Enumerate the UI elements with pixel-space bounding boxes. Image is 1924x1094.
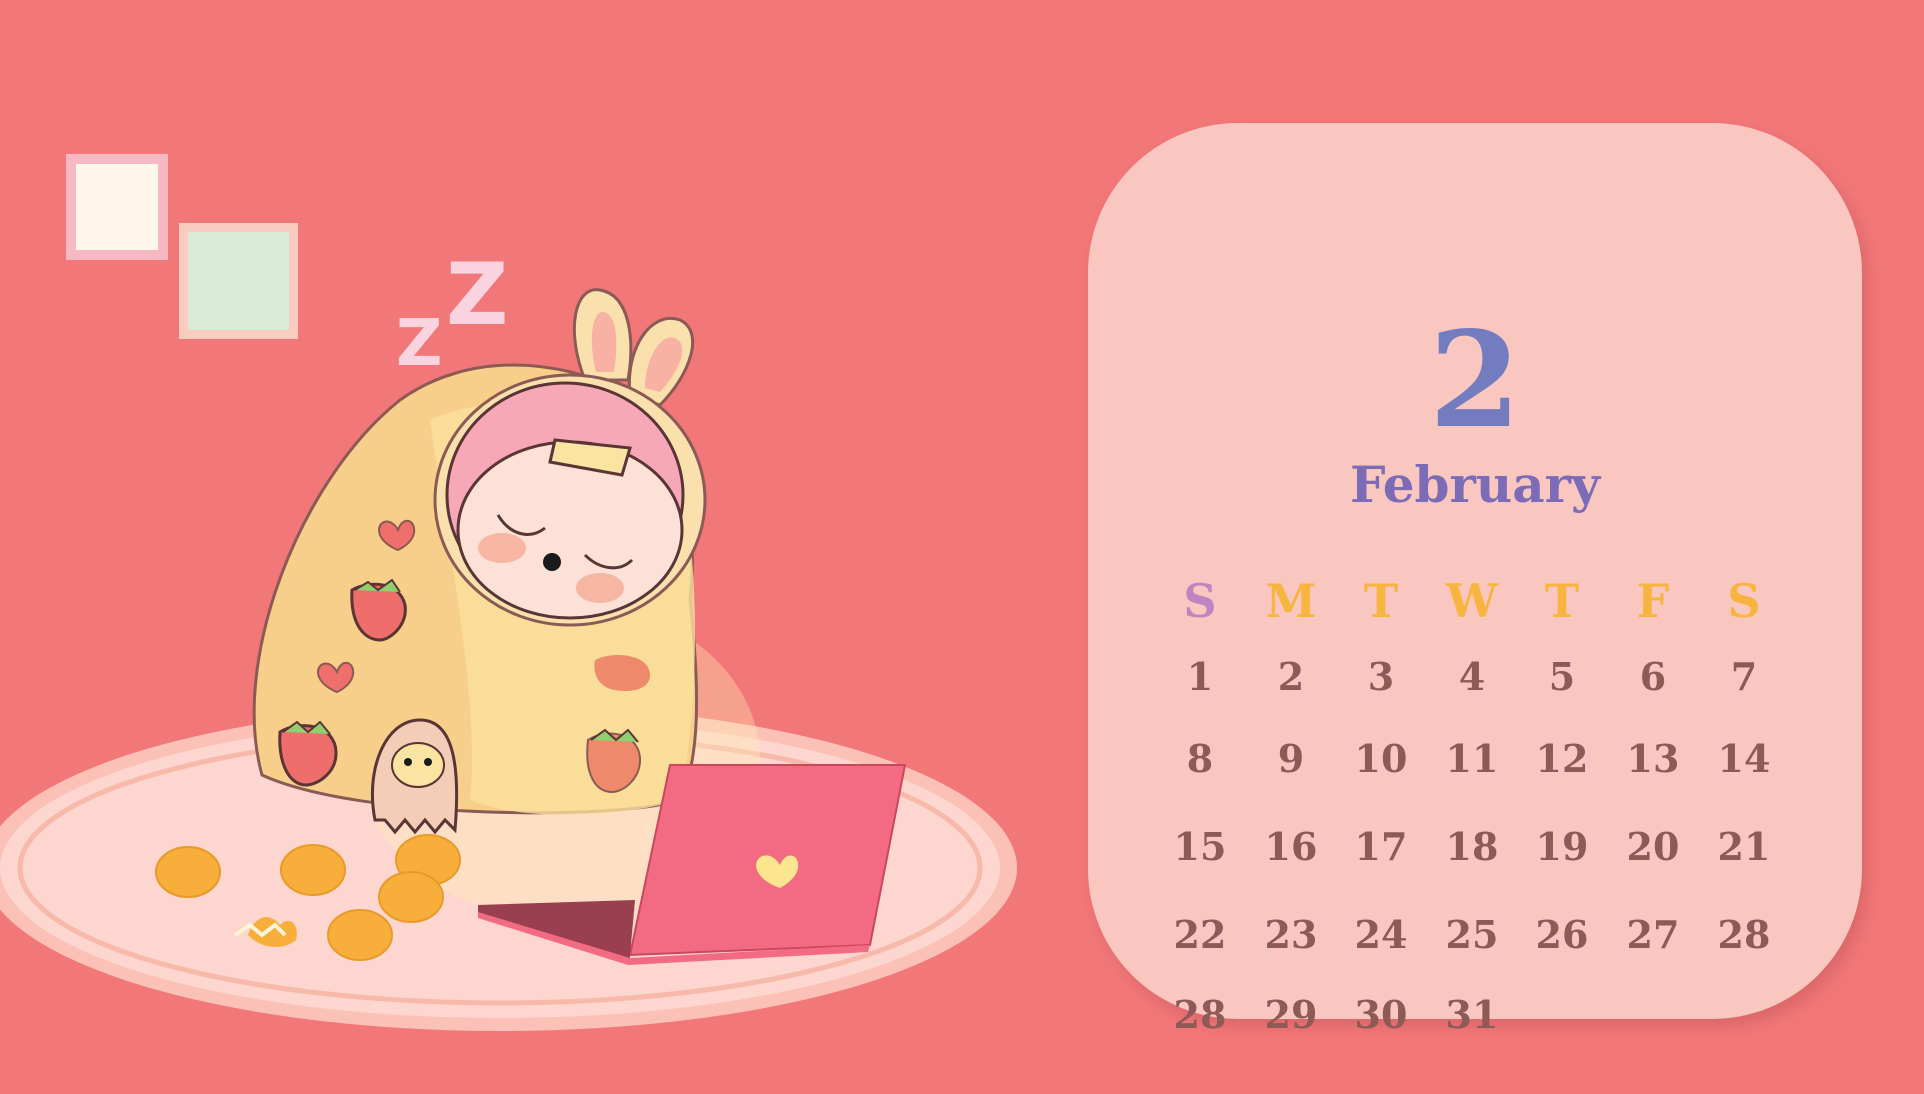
- day-cell: 8: [1186, 736, 1214, 781]
- day-cell: 24: [1354, 912, 1408, 957]
- day-cell: 27: [1626, 912, 1680, 957]
- day-cell: 10: [1354, 736, 1408, 781]
- day-cell: 28: [1717, 912, 1771, 957]
- day-cell: 29: [1264, 992, 1318, 1037]
- day-cell: 2: [1277, 654, 1305, 699]
- day-cell: 7: [1730, 654, 1758, 699]
- wall-picture-bunny: [179, 223, 298, 339]
- weekday-header: T: [1544, 574, 1580, 628]
- strawberry-icon: [278, 720, 338, 787]
- day-cell: 9: [1277, 736, 1305, 781]
- day-cell: 5: [1548, 654, 1576, 699]
- day-cell: 12: [1535, 736, 1589, 781]
- day-cell: 28: [1173, 992, 1227, 1037]
- day-cell: 26: [1535, 912, 1589, 957]
- sleep-z-large: Z: [446, 245, 509, 345]
- month-name: February: [1349, 455, 1601, 514]
- day-cell: 17: [1354, 824, 1408, 869]
- day-cell: 1: [1186, 654, 1214, 699]
- month-number: 2: [1429, 303, 1521, 458]
- weekday-header: T: [1363, 574, 1399, 628]
- day-cell: 23: [1264, 912, 1318, 957]
- day-cell: 16: [1264, 824, 1318, 869]
- character-head: [433, 373, 707, 627]
- day-cell: 15: [1173, 824, 1227, 869]
- day-cell: 22: [1173, 912, 1227, 957]
- day-cell: 13: [1626, 736, 1680, 781]
- day-cell: 3: [1367, 654, 1395, 699]
- day-cell: 6: [1639, 654, 1667, 699]
- calendar-card: 2 February S M T W T F S 1 2 3 4 5 6 7 8 9 10 11 12 13 14 15 1…: [1088, 123, 1862, 1034]
- day-cell: 4: [1458, 654, 1486, 699]
- weekday-header: S: [1727, 574, 1761, 628]
- day-cell: 21: [1717, 824, 1771, 869]
- sleep-z-small: Z: [396, 307, 443, 381]
- strawberry-icon: [350, 578, 407, 642]
- weekday-header: S: [1183, 574, 1217, 628]
- weekday-header: M: [1265, 574, 1317, 628]
- day-cell: 31: [1445, 992, 1499, 1037]
- day-cell: 25: [1445, 912, 1499, 957]
- day-cell: 19: [1535, 824, 1589, 869]
- day-cell: 14: [1717, 736, 1771, 781]
- day-cell: 20: [1626, 824, 1680, 869]
- day-cell: 30: [1354, 992, 1408, 1037]
- day-cell: 11: [1445, 736, 1499, 781]
- weekday-header: W: [1446, 574, 1498, 628]
- wall-picture-ghost: [66, 154, 168, 260]
- day-cell: 18: [1445, 824, 1499, 869]
- weekday-header: F: [1636, 574, 1670, 628]
